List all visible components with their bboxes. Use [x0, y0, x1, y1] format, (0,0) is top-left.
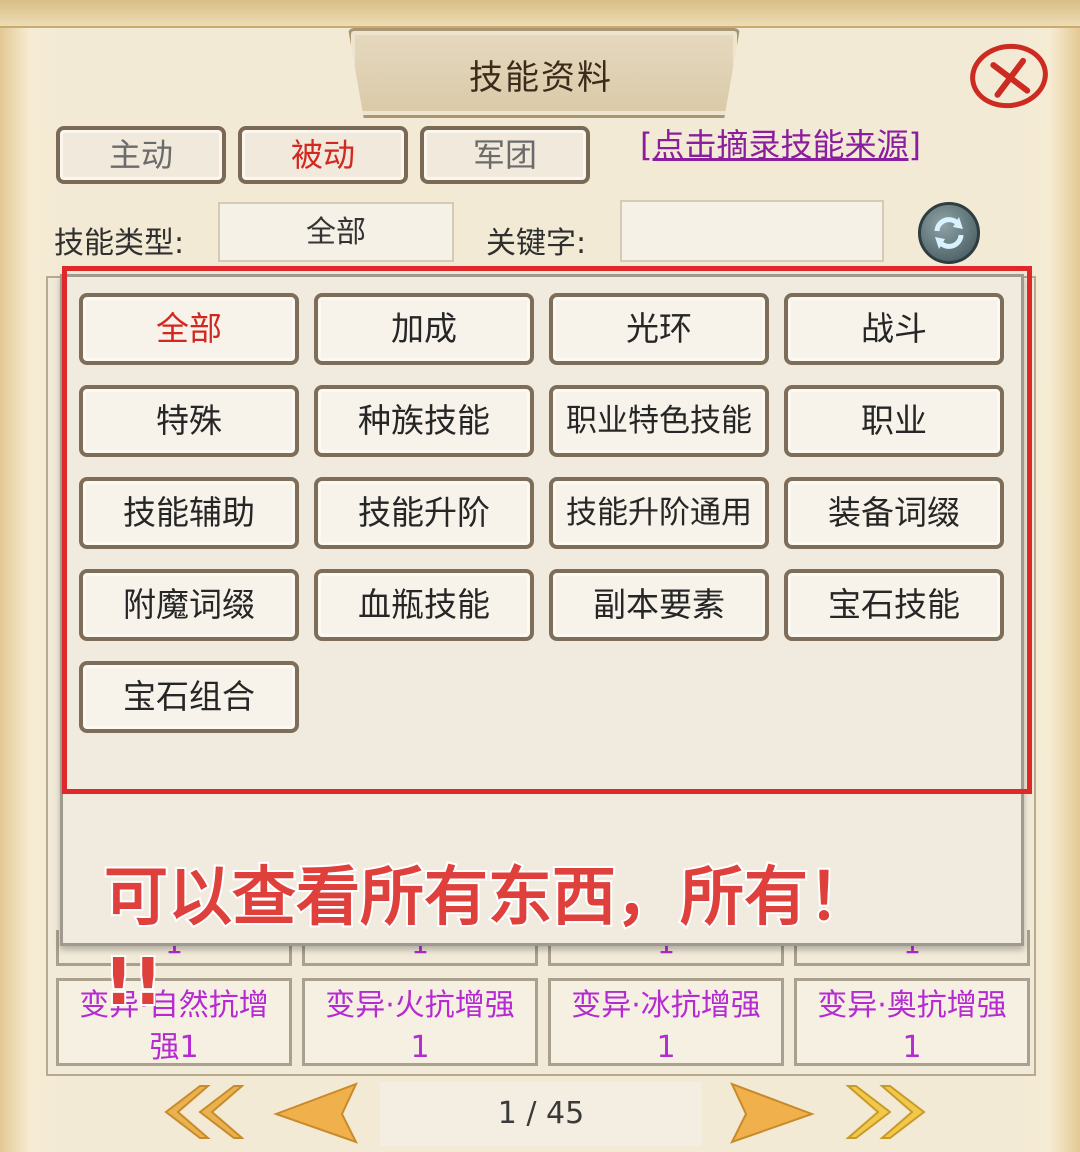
skill-cell[interactable]: 变异·奥抗增强 1: [794, 978, 1030, 1066]
skill-name-line2: 1: [410, 1030, 430, 1065]
close-icon: [990, 57, 1031, 98]
skill-cell[interactable]: 变异·冰抗增强 1: [548, 978, 784, 1066]
tab-passive[interactable]: 被动: [238, 126, 408, 184]
overlay-caption: 可以查看所有东西，所有！: [102, 859, 874, 937]
page-indicator: 1 / 45: [380, 1082, 702, 1146]
overlay-caption-exclaim: !!: [102, 944, 164, 1022]
refresh-button[interactable]: [918, 202, 980, 264]
keyword-label: 关键字:: [486, 226, 587, 261]
skill-name-line1: 变异·火抗增强: [325, 988, 515, 1023]
next-page-button[interactable]: [726, 1080, 816, 1144]
skill-name-line1: 变异·奥抗增强: [817, 988, 1007, 1023]
skill-name-line2: 强1: [149, 1030, 199, 1065]
prev-page-button[interactable]: [272, 1080, 362, 1144]
skill-type-label: 技能类型:: [54, 226, 185, 261]
tab-legion[interactable]: 军团: [420, 126, 590, 184]
skill-name-line1: 变异·冰抗增强: [571, 988, 761, 1023]
skill-cell[interactable]: 变异·自然抗增 强1: [56, 978, 292, 1066]
refresh-icon: [934, 217, 964, 249]
first-page-button[interactable]: [160, 1080, 244, 1144]
skill-source-link[interactable]: [点击摘录技能来源]: [640, 120, 921, 166]
skill-name-line2: 1: [902, 1030, 922, 1065]
skill-cell[interactable]: 变异·火抗增强 1: [302, 978, 538, 1066]
skill-name-line2: 1: [656, 1030, 676, 1065]
frame-top-border: [0, 0, 1080, 28]
skill-name-line1: 变异·自然抗增: [79, 988, 269, 1023]
keyword-input[interactable]: [620, 200, 884, 262]
tab-active[interactable]: 主动: [56, 126, 226, 184]
window-title: 技能资料: [469, 58, 613, 98]
skill-type-select[interactable]: 全部: [218, 202, 454, 262]
highlight-box: [62, 266, 1032, 794]
last-page-button[interactable]: [846, 1080, 930, 1144]
